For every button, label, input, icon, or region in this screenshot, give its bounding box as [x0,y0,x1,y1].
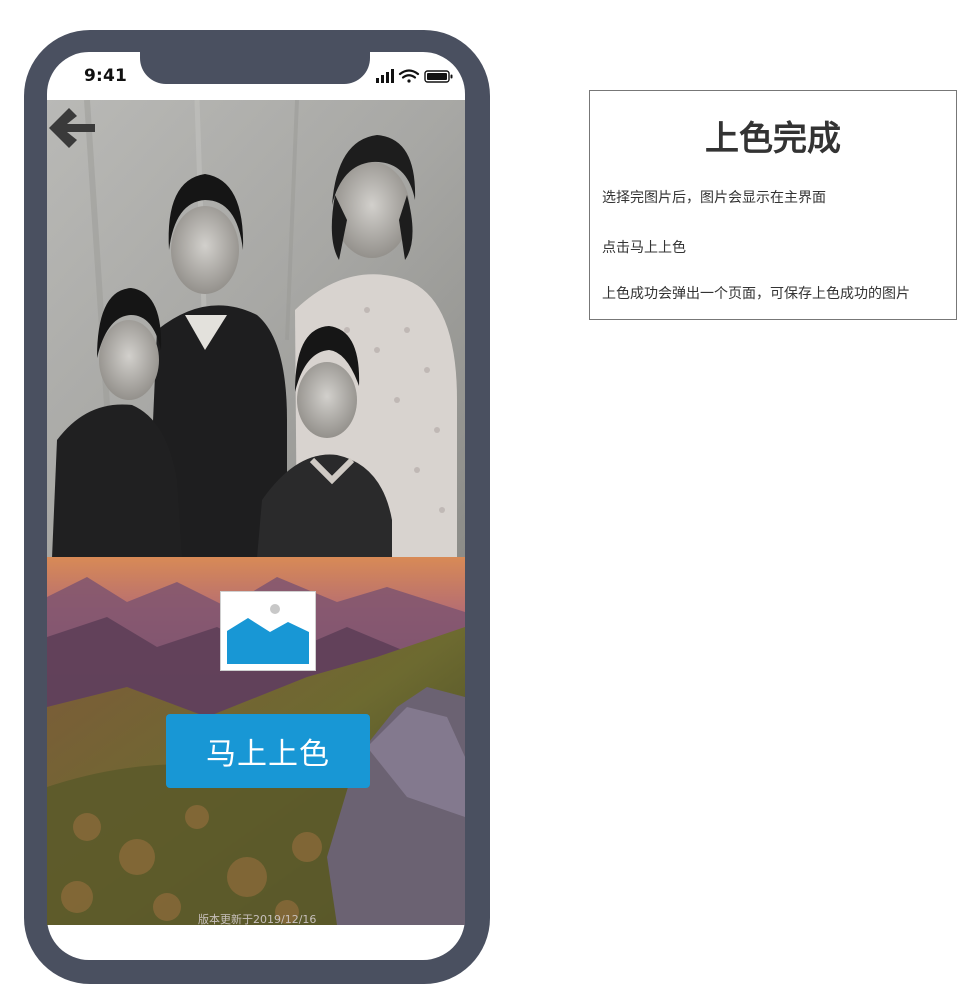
status-time: 9:41 [84,66,128,86]
annotation-line: 点击马上上色 [602,240,686,256]
back-arrow-icon[interactable] [43,100,99,156]
annotation-panel: 上色完成 选择完图片后，图片会显示在主界面 点击马上上色 上色成功会弹出一个页面… [589,90,957,320]
battery-icon [424,70,453,83]
signal-icon [376,69,394,83]
version-text: 版本更新于2019/12/16 [198,913,317,926]
uploaded-photo [47,100,465,558]
phone-notch [140,40,370,84]
annotation-line: 选择完图片后，图片会显示在主界面 [602,190,826,206]
status-icons [376,69,453,83]
annotation-line: 上色成功会弹出一个页面，可保存上色成功的图片 [602,286,910,302]
colorize-now-button[interactable]: 马上上色 [166,714,370,788]
annotation-title: 上色完成 [705,119,841,159]
image-placeholder-icon[interactable] [220,591,316,671]
wifi-icon [398,69,420,83]
